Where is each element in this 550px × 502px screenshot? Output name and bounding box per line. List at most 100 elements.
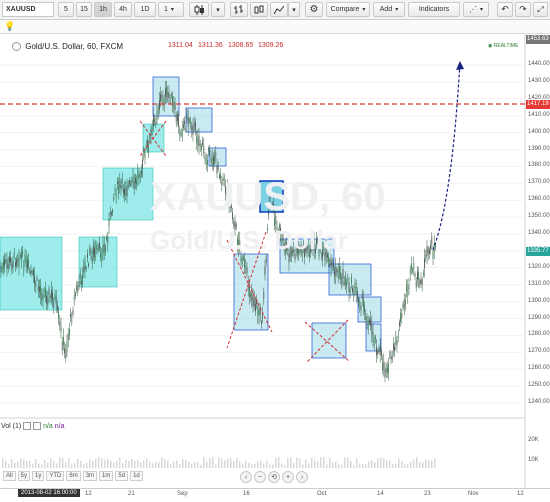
candle-body: [120, 184, 122, 189]
interval-4h-button[interactable]: 4h: [114, 2, 132, 17]
candle-body: [196, 136, 197, 143]
volume-bar: [296, 457, 298, 468]
candle-body: [424, 258, 425, 269]
candle-body: [167, 91, 169, 99]
undo-button[interactable]: ↶: [497, 2, 513, 17]
candle-body: [426, 245, 428, 256]
volume-bar: [389, 460, 391, 468]
volume-options-icon-2[interactable]: [33, 422, 42, 430]
compare-button[interactable]: Compare ▾: [326, 2, 370, 17]
period-1y[interactable]: 1y: [32, 471, 45, 481]
volume-bar: [344, 457, 346, 468]
period-6m[interactable]: 6m: [66, 471, 81, 481]
candle-body: [401, 312, 403, 319]
volume-bar: [14, 462, 16, 468]
volume-bar: [314, 460, 316, 468]
zoom-out-button[interactable]: −: [254, 471, 266, 483]
candle-body: [127, 183, 129, 187]
candle-body: [96, 244, 98, 250]
period-1d[interactable]: 1d: [130, 471, 143, 481]
volume-bar: [173, 461, 175, 468]
interval-dropdown[interactable]: 1 ▾: [158, 2, 184, 17]
volume-bar: [110, 460, 112, 468]
candle-body: [161, 94, 163, 98]
fullscreen-button[interactable]: ⤢: [533, 2, 548, 17]
volume-bar: [335, 461, 337, 468]
candle-body: [163, 99, 165, 106]
symbol-input[interactable]: XAUUSD: [2, 2, 54, 17]
volume-bar: [359, 463, 361, 468]
add-button[interactable]: Add ▾: [373, 2, 405, 17]
interval-15-button[interactable]: 15: [76, 2, 92, 17]
period-3m[interactable]: 3m: [82, 471, 98, 481]
candle-body: [126, 186, 128, 196]
volume-value-1: n/a: [43, 422, 53, 430]
chart-style-dropdown[interactable]: ▾: [211, 2, 225, 17]
candle-body: [399, 322, 400, 327]
volume-bar: [104, 459, 106, 468]
volume-bar: [287, 458, 289, 468]
bars-style-button[interactable]: [230, 2, 248, 17]
price-tick-label: 1320.00: [528, 263, 550, 270]
candles-style-button[interactable]: [189, 2, 209, 17]
interval-dropdown-label: 1: [164, 6, 168, 13]
lightbulb-icon[interactable]: 💡: [4, 21, 15, 32]
redo-button[interactable]: ↷: [515, 2, 531, 17]
volume-tick-10k: 10K: [528, 457, 539, 463]
candle-body: [187, 117, 189, 127]
interval-1d-button[interactable]: 1D: [134, 2, 156, 17]
price-chart[interactable]: [0, 34, 550, 502]
candle-body: [361, 294, 363, 300]
candle-body: [419, 280, 421, 285]
candle-body: [71, 317, 73, 323]
style-more-dropdown[interactable]: ▾: [288, 2, 300, 17]
candle-body: [397, 335, 399, 339]
zoom-in-button[interactable]: +: [282, 471, 294, 483]
candle-body: [179, 130, 181, 135]
scroll-right-button[interactable]: ›: [296, 471, 308, 483]
period-all[interactable]: All: [3, 471, 16, 481]
volume-bar: [317, 461, 319, 468]
volume-bar: [422, 462, 424, 468]
area-style-button[interactable]: [270, 2, 288, 17]
candle-body: [369, 319, 370, 324]
volume-bar: [353, 464, 355, 468]
candle-body: [115, 193, 117, 199]
settings-button[interactable]: ⚙: [305, 2, 323, 17]
volume-bar: [56, 463, 58, 468]
interval-5-button[interactable]: 5: [58, 2, 74, 17]
period-1m[interactable]: 1m: [99, 471, 114, 481]
candle-body: [365, 315, 367, 320]
volume-bar: [206, 461, 208, 468]
volume-bar: [248, 463, 250, 468]
period-ytd[interactable]: YTD: [46, 471, 65, 481]
volume-bar: [320, 457, 322, 468]
candles-alt-button[interactable]: [250, 2, 268, 17]
candle-body: [93, 246, 94, 255]
candle-body: [33, 270, 34, 276]
volume-bar: [347, 457, 349, 468]
candle-body: [5, 259, 7, 263]
reset-button[interactable]: ⟲: [268, 471, 280, 483]
candle-body: [84, 260, 86, 271]
period-5y[interactable]: 5y: [17, 471, 31, 481]
scroll-left-button[interactable]: ‹: [240, 471, 252, 483]
price-tick-label: 1300.00: [528, 297, 550, 304]
volume-bar: [17, 461, 19, 468]
candle-body: [95, 245, 97, 254]
indicators-button[interactable]: Indicators: [408, 2, 460, 17]
drawing-tools-button[interactable]: ⋰ ▾: [463, 2, 489, 17]
candle-body: [209, 149, 211, 152]
candle-body: [178, 117, 179, 127]
volume-options-icon[interactable]: [23, 422, 32, 430]
volume-bar: [284, 464, 286, 468]
period-5d[interactable]: 5d: [115, 471, 129, 481]
candle-body: [253, 298, 255, 307]
volume-bar: [170, 464, 172, 468]
ohlc-open: 1311.04: [168, 42, 193, 49]
candle-body: [101, 253, 103, 262]
candle-body: [88, 263, 89, 267]
interval-1h-button[interactable]: 1h: [94, 2, 112, 17]
candle-body: [403, 299, 405, 309]
candle-body: [103, 244, 105, 253]
